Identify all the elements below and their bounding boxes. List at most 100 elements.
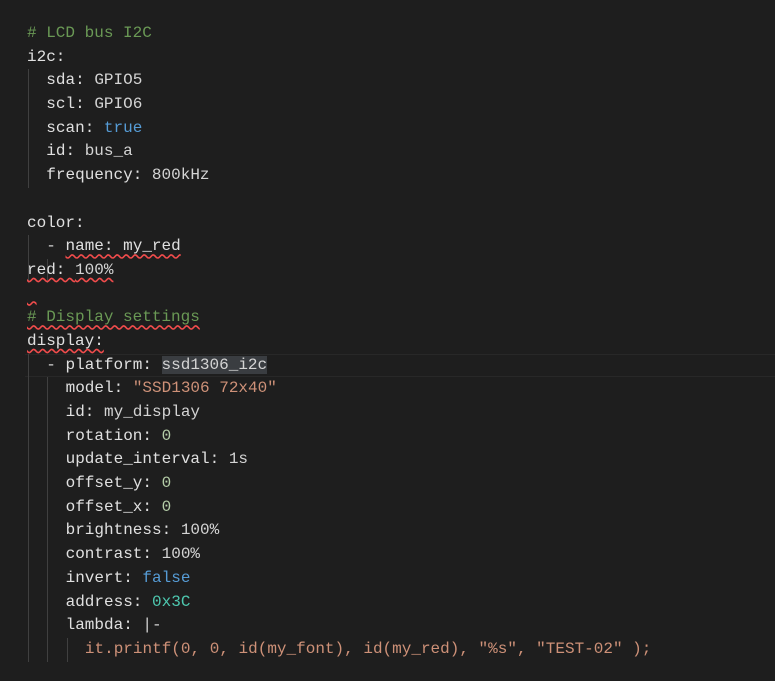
code-token: # LCD bus I2C [27,24,152,42]
code-line[interactable]: i2c: [27,46,775,70]
code-token: scan: [46,118,104,137]
code-token: lambda: [65,616,143,635]
code-line[interactable]: it.printf(0, 0, id(my_font), id(my_red),… [27,637,775,662]
code-editor[interactable]: # LCD bus I2C i2c: sda: GPIO5 scl: GPIO6 sca… [25,22,775,662]
code-token: color: [27,213,85,232]
code-line[interactable] [27,188,775,212]
code-token: "SSD1306 72x40" [132,379,277,398]
code-token: - [46,355,66,374]
code-token: display: [27,331,104,350]
code-line-content: color: [27,214,85,232]
code-token: red: [27,260,76,279]
code-token: offset_y: [65,474,162,493]
code-token: update_interval: [65,450,229,469]
code-line-content: brightness: 100% [27,521,220,540]
code-line[interactable] [27,283,775,307]
code-line[interactable]: offset_y: 0 [27,472,775,496]
code-token: |- [142,616,162,635]
code-line[interactable]: invert: false [27,566,775,591]
code-line-content: - platform: ssd1306_i2c [27,355,268,374]
code-token: contrast: [65,545,162,564]
code-line-content: address: 0x3C [27,592,191,611]
code-token: frequency: [46,166,152,185]
code-token: id: [46,142,85,161]
code-token: my_display [104,403,201,421]
code-line-content: # Display settings [27,308,200,326]
code-line[interactable]: id: my_display [27,401,775,425]
code-token: ssd1306_i2c [161,355,268,374]
code-line[interactable]: # Display settings [27,306,775,330]
code-token: bus_a [84,142,133,161]
code-line-content: contrast: 100% [27,545,200,563]
code-token: sda: [46,71,95,90]
code-line-content: red: 100% [0,261,113,279]
code-token: rotation: [65,426,162,445]
code-token: invert: [65,568,143,587]
code-line-content: offset_y: 0 [27,474,172,493]
code-line-content: frequency: 800kHz [27,166,210,185]
code-line-content: # LCD bus I2C [27,24,152,42]
code-token: address: [65,592,153,611]
code-token: 100% [75,260,114,279]
code-line-content: display: [27,332,104,350]
code-line-content: id: bus_a [27,142,133,161]
code-token: GPIO6 [94,95,143,114]
code-line[interactable]: scl: GPIO6 [27,93,775,117]
code-token: 0x3C [152,592,191,611]
code-line[interactable]: scan: true [27,116,775,141]
code-line-content: scl: GPIO6 [27,95,142,113]
code-line-content: update_interval: 1s [27,450,248,468]
code-token: true [103,118,143,137]
code-token: 0 [161,474,172,493]
code-line-content: - name: my_red [27,237,181,256]
code-line[interactable]: contrast: 100% [27,543,775,567]
code-token: 1s [228,450,249,469]
code-token: 800kHz [151,166,210,185]
code-line-content: lambda: |- [27,616,162,634]
code-line[interactable]: model: "SSD1306 72x40" [27,377,775,401]
code-token: name: my_red [65,237,181,256]
code-line[interactable]: - name: my_red [27,235,775,259]
code-line[interactable]: red: 100% [27,258,775,283]
code-line[interactable]: # LCD bus I2C [27,22,775,46]
code-line-content: rotation: 0 [27,426,172,445]
code-line[interactable]: display: [27,330,775,354]
code-token: 0 [161,497,172,516]
code-line-content: scan: true [27,119,142,137]
code-line-content: id: my_display [27,403,200,421]
code-token: GPIO5 [94,71,143,90]
code-token: 0 [161,426,172,445]
code-line[interactable]: lambda: |- [27,614,775,638]
code-line-content [27,285,37,303]
code-line[interactable]: brightness: 100% [27,519,775,544]
code-token: # Display settings [27,308,200,327]
code-token: offset_x: [65,497,162,516]
code-line-content: offset_x: 0 [27,497,172,516]
code-line[interactable]: update_interval: 1s [27,448,775,473]
code-line[interactable]: - platform: ssd1306_i2c [25,353,775,378]
code-token: 100% [161,545,201,564]
code-line[interactable]: color: [27,212,775,236]
code-token: id: [65,403,104,421]
code-token: scl: [46,95,95,114]
code-line[interactable]: rotation: 0 [27,424,775,449]
code-line[interactable]: frequency: 800kHz [27,164,775,188]
code-token: - [46,237,66,256]
code-token: false [142,568,191,587]
code-token: platform: [65,355,162,374]
code-token: brightness: [65,521,181,540]
code-line[interactable]: offset_x: 0 [27,495,775,520]
code-token: 100% [180,521,220,540]
code-line-content: invert: false [27,568,191,587]
code-line[interactable]: id: bus_a [27,140,775,165]
code-line-content: i2c: [27,48,65,66]
code-line-content: it.printf(0, 0, id(my_font), id(my_red),… [27,639,652,658]
code-line-content: sda: GPIO5 [27,71,142,89]
code-token: it.printf(0, 0, id(my_font), id(my_red),… [84,639,652,658]
code-line[interactable]: sda: GPIO5 [27,69,775,94]
code-token: i2c: [27,47,66,66]
code-line-content: model: "SSD1306 72x40" [27,379,277,397]
code-line[interactable]: address: 0x3C [27,590,775,615]
code-token: model: [65,379,133,398]
